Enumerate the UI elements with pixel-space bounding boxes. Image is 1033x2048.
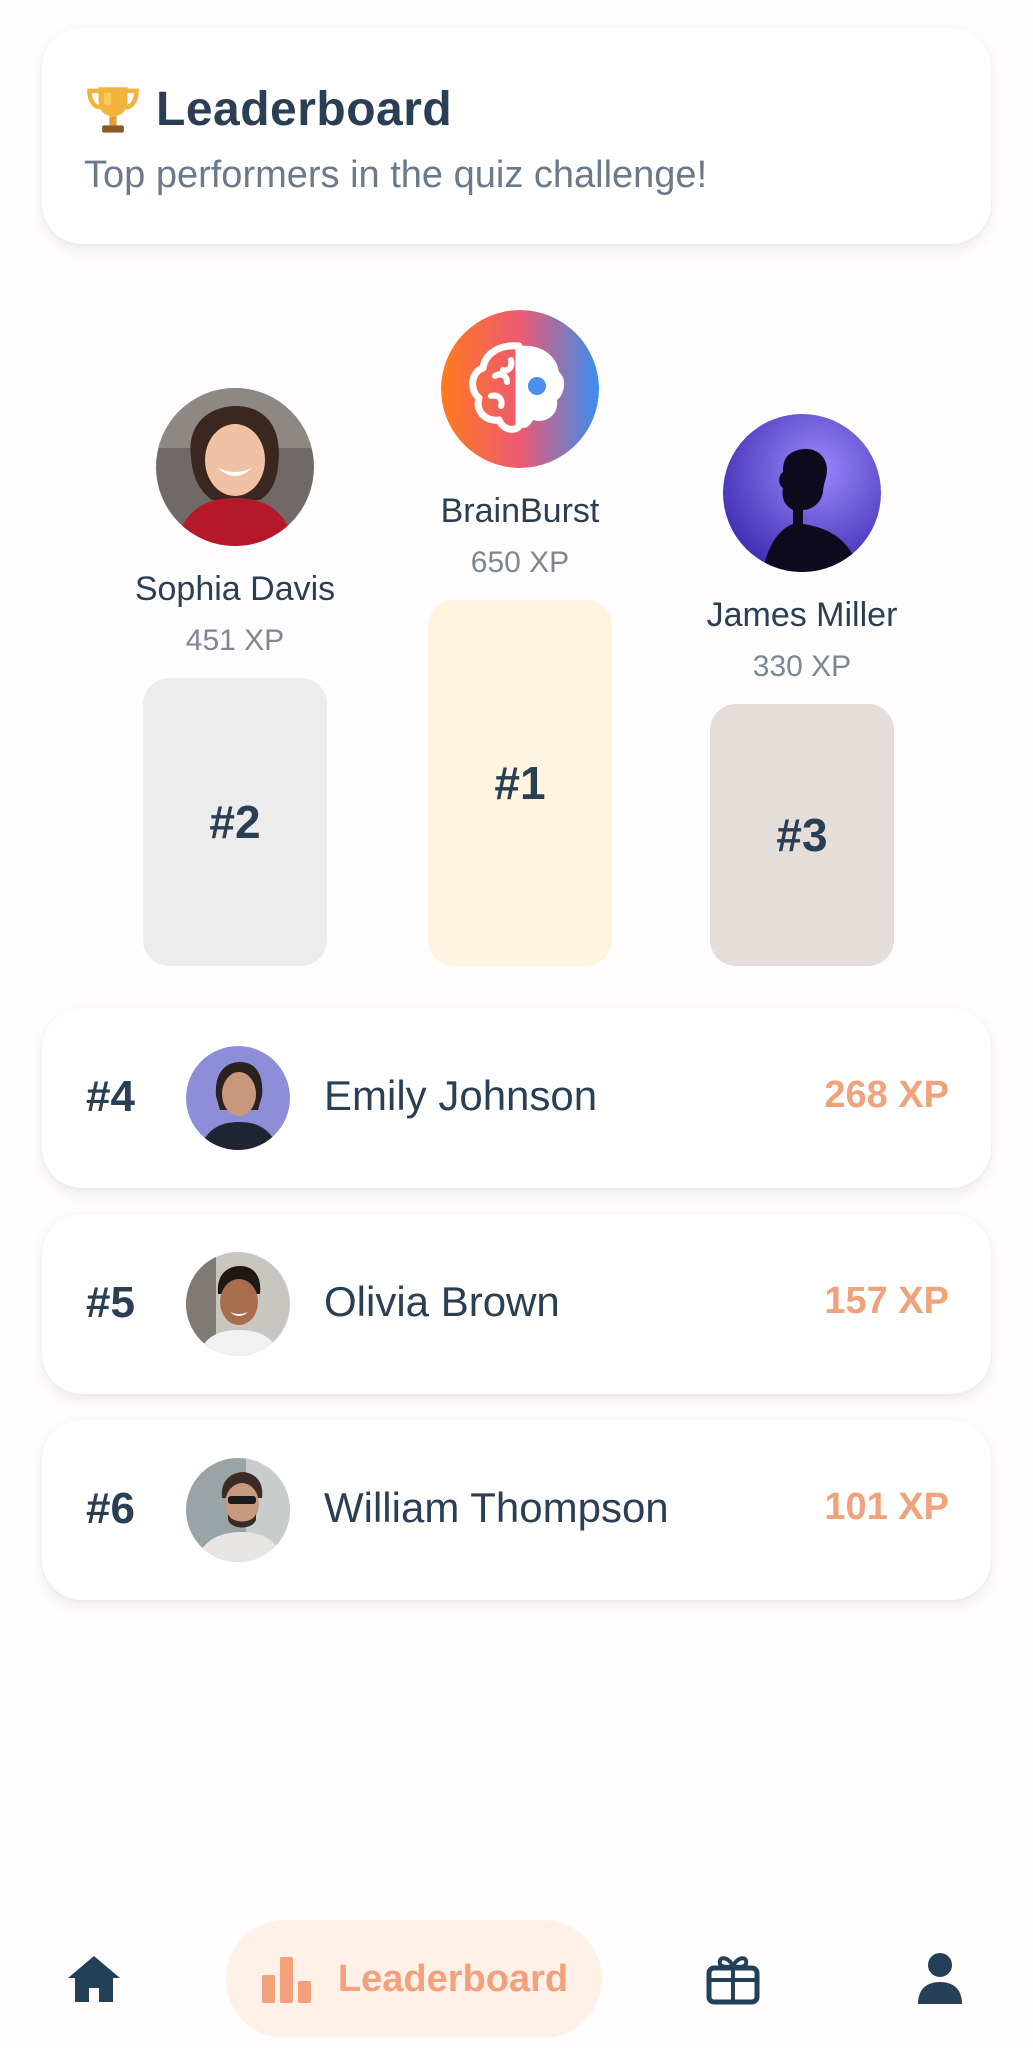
podium-name: BrainBurst [440, 492, 600, 530]
podium-block-second: #2 [143, 678, 327, 966]
podium-xp: 451 XP [185, 624, 285, 657]
podium-name: James Miller [706, 596, 898, 634]
podium-xp: 330 XP [752, 650, 852, 683]
player-xp: 157 XP [824, 1280, 949, 1322]
nav-leaderboard[interactable]: Leaderboard [226, 1920, 602, 2038]
avatar [186, 1046, 290, 1150]
profile-icon [918, 1953, 962, 2004]
podium-block-first: #1 [428, 600, 612, 966]
page-title: Leaderboard [156, 82, 453, 136]
nav-profile[interactable] [916, 1952, 964, 2009]
list-item[interactable]: #4 Emily Johnson 268 XP [42, 1008, 991, 1188]
bar-chart-icon [261, 1957, 311, 2003]
nav-rewards[interactable] [706, 1952, 760, 2011]
list-item[interactable]: #6 William Thompson 101 XP [42, 1420, 991, 1600]
podium-block-third: #3 [710, 704, 894, 966]
player-xp: 268 XP [824, 1074, 949, 1116]
rank-label: #6 [86, 1484, 135, 1533]
gift-icon [706, 1956, 760, 2005]
rank-label: #5 [86, 1278, 135, 1327]
player-xp: 101 XP [824, 1486, 949, 1528]
podium-name: Sophia Davis [134, 570, 336, 608]
avatar [723, 414, 881, 572]
nav-leaderboard-label: Leaderboard [337, 1957, 569, 2000]
header-card: Leaderboard Top performers in the quiz c… [42, 28, 991, 244]
avatar [186, 1252, 290, 1356]
podium-xp: 650 XP [470, 546, 570, 579]
nav-home[interactable] [66, 1954, 122, 2009]
player-name: Olivia Brown [324, 1278, 560, 1325]
avatar [156, 388, 314, 546]
avatar [186, 1458, 290, 1562]
brain-logo-icon [441, 310, 599, 468]
page-subtitle: Top performers in the quiz challenge! [84, 154, 708, 196]
rank-label: #4 [86, 1072, 135, 1121]
header-title-row: Leaderboard [84, 80, 452, 138]
home-icon [68, 1956, 120, 2002]
player-name: William Thompson [324, 1484, 669, 1531]
list-item[interactable]: #5 Olivia Brown 157 XP [42, 1214, 991, 1394]
player-name: Emily Johnson [324, 1072, 598, 1119]
trophy-icon [87, 87, 139, 133]
